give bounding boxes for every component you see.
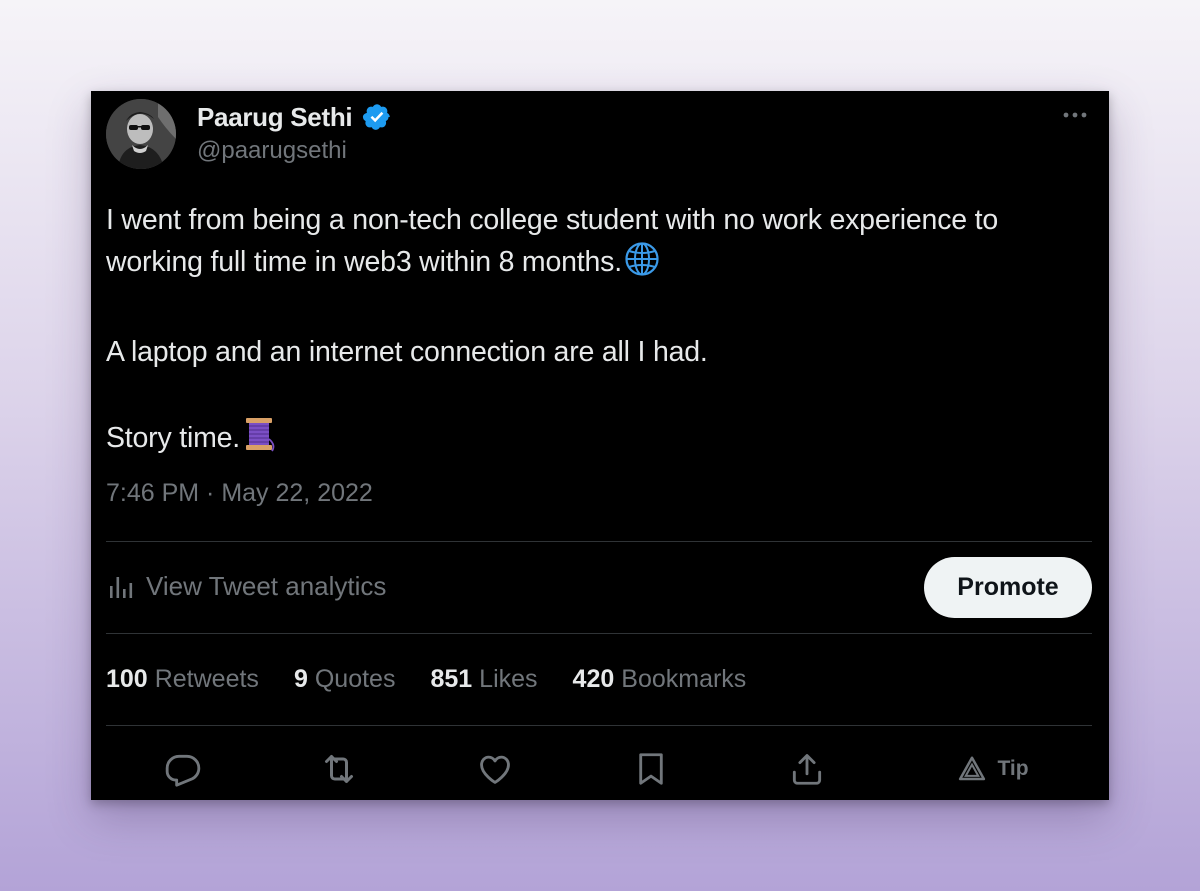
divider: [106, 541, 1092, 542]
view-analytics-link[interactable]: View Tweet analytics: [108, 571, 386, 602]
divider: [106, 725, 1092, 726]
likes-stat[interactable]: 851 Likes: [430, 665, 537, 694]
tweet-actions-bar: Tip: [91, 746, 1109, 791]
tweet-text-line: working full time in web3 within 8 month…: [106, 246, 622, 278]
divider: [106, 633, 1092, 634]
tweet-body: I went from being a non-tech college stu…: [106, 199, 1096, 465]
retweet-button[interactable]: [319, 746, 359, 791]
quotes-count: 9: [293, 665, 308, 693]
bookmark-icon: [639, 752, 663, 785]
retweet-icon: [325, 754, 353, 783]
likes-count: 851: [430, 665, 473, 693]
tip-label: Tip: [997, 756, 1029, 780]
bookmark-button[interactable]: [631, 746, 671, 791]
tweet-line: I went from being a non-tech college stu…: [106, 199, 1096, 241]
analytics-icon: [110, 576, 133, 598]
user-handle[interactable]: @paarugsethi: [197, 137, 347, 165]
verified-badge-icon: [362, 104, 390, 130]
reply-icon: [165, 754, 201, 787]
tip-icon: [959, 756, 986, 780]
tweet-line: working full time in web3 within 8 month…: [106, 241, 1096, 289]
tweet-line: Story time.: [106, 415, 1096, 465]
bookmarks-count: 420: [572, 665, 615, 693]
analytics-label: View Tweet analytics: [146, 571, 387, 601]
quotes-stat[interactable]: 9 Quotes: [294, 665, 396, 694]
tweet-text-line: A laptop and an internet connection are …: [106, 336, 708, 368]
quotes-label: Quotes: [314, 665, 396, 693]
retweets-count: 100: [106, 665, 148, 693]
share-icon: [792, 753, 822, 785]
globe-emoji-icon: [624, 241, 660, 289]
avatar[interactable]: [106, 99, 176, 169]
tweet-line: A laptop and an internet connection are …: [106, 331, 1096, 373]
avatar-image: [106, 99, 176, 169]
likes-label: Likes: [479, 665, 538, 693]
tweet-timestamp[interactable]: 7:46 PM · May 22, 2022: [106, 479, 373, 508]
more-options-icon[interactable]: [1061, 103, 1089, 127]
retweets-label: Retweets: [154, 665, 259, 693]
thread-spool-emoji-icon: [242, 415, 278, 465]
display-name[interactable]: Paarug Sethi: [197, 102, 353, 133]
heart-icon: [480, 755, 510, 784]
share-button[interactable]: [787, 746, 827, 791]
tweet-stats: 100 Retweets 9 Quotes 851 Likes 420 Bookmark…: [106, 665, 781, 694]
promote-button[interactable]: Promote: [924, 557, 1092, 618]
retweets-stat[interactable]: 100 Retweets: [106, 665, 259, 694]
tweet-text-line: Story time.: [106, 422, 240, 454]
bookmarks-stat[interactable]: 420 Bookmarks: [573, 665, 747, 694]
like-button[interactable]: [475, 746, 515, 791]
tweet-card: Paarug Sethi @paarugsethi I went from be…: [91, 91, 1109, 800]
reply-button[interactable]: [163, 746, 203, 791]
bookmarks-label: Bookmarks: [621, 665, 747, 693]
tweet-text-line: I went from being a non-tech college stu…: [106, 204, 998, 236]
tip-button[interactable]: Tip: [953, 746, 1033, 791]
